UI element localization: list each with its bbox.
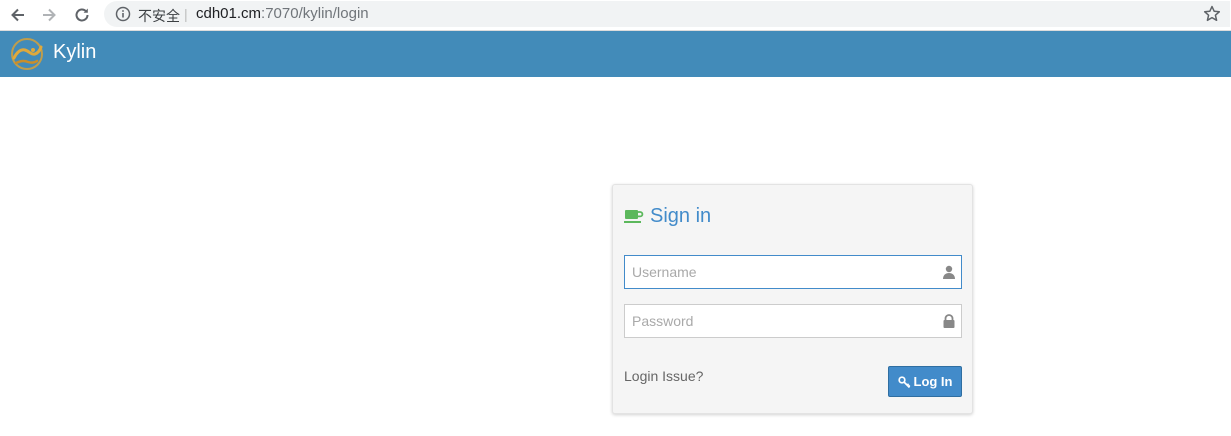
info-icon[interactable] [114, 5, 132, 23]
security-status: 不安全 [138, 8, 180, 24]
login-issue-link[interactable]: Login Issue? [624, 368, 703, 384]
kylin-logo-icon[interactable] [9, 36, 45, 72]
login-button[interactable]: Log In [888, 366, 962, 397]
key-icon [897, 375, 911, 389]
browser-toolbar: 不安全 | cdh01.cm:7070/kylin/login [0, 0, 1231, 31]
url-text: cdh01.cm:7070/kylin/login [196, 5, 369, 22]
username-field [624, 255, 962, 289]
url-separator: | [184, 6, 188, 22]
app-brand[interactable]: Kylin [53, 41, 96, 64]
url-host: cdh01.cm [196, 5, 262, 22]
login-title: Sign in [624, 204, 711, 228]
bookmark-star-icon[interactable] [1202, 4, 1222, 24]
login-button-label: Log In [913, 374, 953, 389]
forward-arrow-icon[interactable] [39, 5, 59, 25]
username-input[interactable] [625, 256, 961, 288]
address-bar[interactable]: 不安全 | cdh01.cm:7070/kylin/login [104, 1, 1230, 27]
password-input[interactable] [625, 305, 961, 337]
login-panel: Sign in Login Issue? Log In [612, 184, 973, 414]
password-field [624, 304, 962, 338]
app-navbar: Kylin [0, 31, 1231, 77]
url-path: :7070/kylin/login [261, 5, 369, 22]
lock-icon [942, 314, 956, 328]
back-arrow-icon[interactable] [8, 5, 28, 25]
reload-icon[interactable] [72, 5, 92, 25]
login-title-text: Sign in [650, 204, 712, 227]
user-icon [942, 265, 956, 279]
coffee-icon [624, 208, 644, 224]
